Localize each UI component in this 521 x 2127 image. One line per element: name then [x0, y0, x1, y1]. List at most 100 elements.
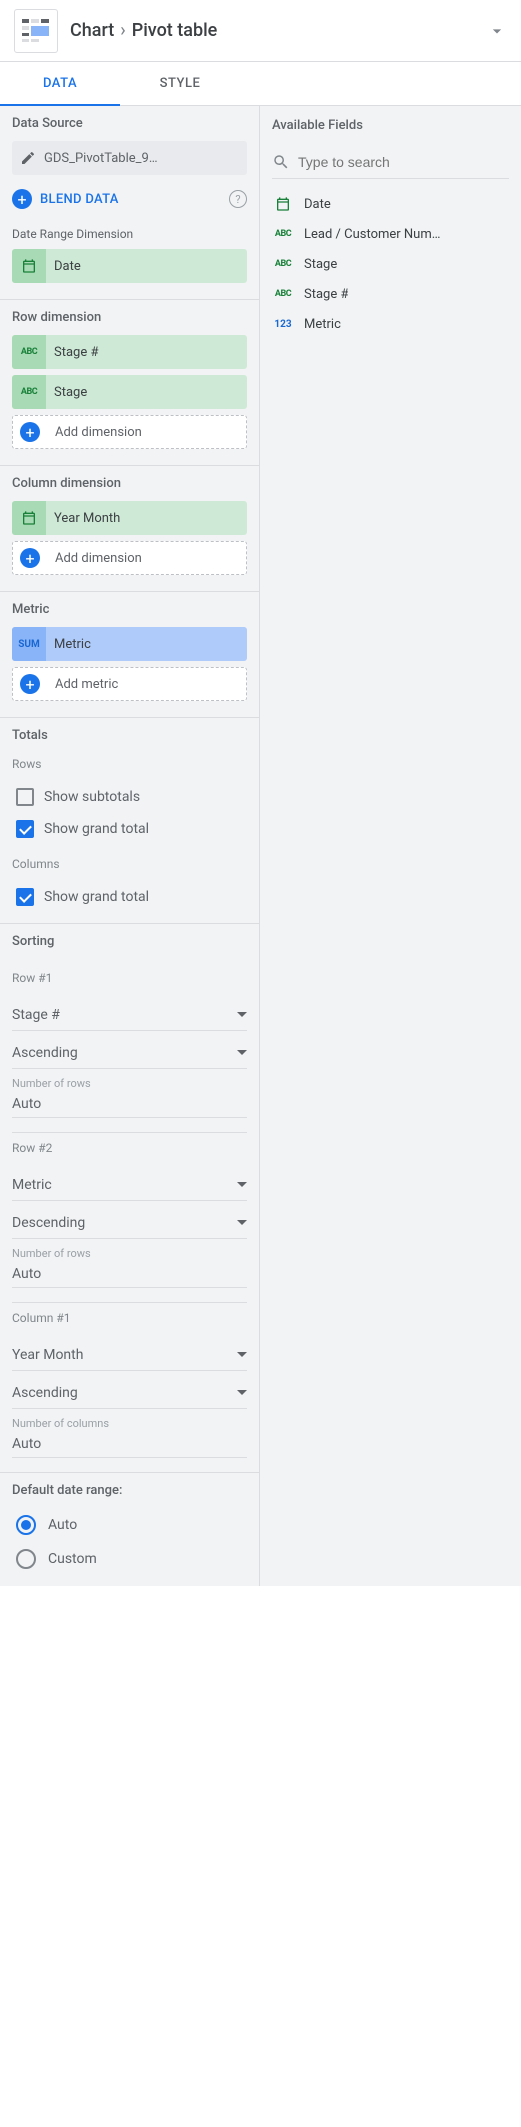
sum-icon: SUM [12, 627, 46, 661]
totals-rows-label: Rows [12, 757, 247, 771]
radio-icon [16, 1549, 36, 1569]
sort-row2-numrows-label: Number of rows [12, 1247, 247, 1260]
sort-row1-label: Row #1 [12, 971, 247, 985]
help-icon[interactable]: ? [229, 190, 247, 208]
date-range-auto-radio[interactable]: Auto [12, 1508, 247, 1542]
breadcrumb-separator: › [120, 20, 125, 41]
available-fields-title: Available Fields [272, 118, 509, 133]
calendar-icon [12, 249, 46, 283]
sort-row-2: Row #2 Metric Descending Number of rows … [12, 1133, 247, 1303]
row-dim-label-1: Stage [46, 385, 87, 400]
tab-style[interactable]: STYLE [140, 62, 220, 105]
dropdown-arrow-icon [237, 1218, 247, 1228]
metric-title: Metric [12, 602, 247, 617]
sort-col1-numcols-label: Number of columns [12, 1417, 247, 1430]
search-fields[interactable] [272, 145, 509, 179]
field-item[interactable]: ABC Stage [272, 249, 509, 279]
tab-data[interactable]: DATA [20, 62, 100, 105]
row-dimension-section: Row dimension ABC Stage # ABC Stage + Ad… [0, 300, 259, 466]
sort-col1-numcols-input[interactable]: Auto [12, 1430, 247, 1458]
abc-icon: ABC [272, 289, 294, 299]
default-date-title: Default date range: [12, 1483, 247, 1498]
sort-row1-dir-dropdown[interactable]: Ascending [12, 1037, 247, 1069]
show-grand-total-cols-checkbox[interactable]: Show grand total [12, 881, 247, 913]
sort-col-1: Column #1 Year Month Ascending Number of… [12, 1303, 247, 1462]
plus-icon: + [20, 548, 40, 568]
add-col-dimension-button[interactable]: + Add dimension [12, 541, 247, 575]
field-item[interactable]: 123Metric [272, 309, 509, 339]
row-dim-chip-0[interactable]: ABC Stage # [12, 335, 247, 369]
sort-row1-field-dropdown[interactable]: Stage # [12, 999, 247, 1031]
pivot-table-icon [14, 9, 58, 53]
breadcrumb-chart: Chart [70, 20, 114, 41]
field-item[interactable]: ABCLead / Customer Num… [272, 219, 509, 249]
default-date-range-section: Default date range: Auto Custom [0, 1473, 259, 1586]
search-input[interactable] [298, 154, 509, 170]
data-source-chip[interactable]: GDS_PivotTable_9… [12, 141, 247, 175]
metric-chip[interactable]: SUM Metric [12, 627, 247, 661]
row-dim-chip-1[interactable]: ABC Stage [12, 375, 247, 409]
checkbox-checked-icon [16, 888, 34, 906]
sort-col1-dir-dropdown[interactable]: Ascending [12, 1377, 247, 1409]
add-metric-label: Add metric [47, 677, 118, 692]
tab-bar: DATA STYLE [0, 62, 521, 106]
abc-icon: ABC [12, 335, 46, 369]
add-row-dimension-button[interactable]: + Add dimension [12, 415, 247, 449]
field-name: Metric [304, 317, 341, 332]
sorting-title: Sorting [12, 934, 247, 949]
sort-row2-dir-dropdown[interactable]: Descending [12, 1207, 247, 1239]
totals-section: Totals Rows Show subtotals Show grand to… [0, 718, 259, 924]
sort-row2-numrows-input[interactable]: Auto [12, 1260, 247, 1288]
field-item[interactable]: ABC Stage # [272, 279, 509, 309]
dropdown-arrow-icon [237, 1048, 247, 1058]
show-subtotals-checkbox[interactable]: Show subtotals [12, 781, 247, 813]
dropdown-arrow-icon [237, 1388, 247, 1398]
col-dim-chip[interactable]: Year Month [12, 501, 247, 535]
dropdown-arrow-icon [237, 1350, 247, 1360]
date-range-dim-title: Date Range Dimension [12, 227, 247, 241]
sort-row1-numrows-label: Number of rows [12, 1077, 247, 1090]
available-fields-panel: Available Fields Date ABCLead / Customer … [260, 106, 521, 1586]
search-icon [272, 153, 290, 171]
field-name: Stage [304, 257, 337, 272]
plus-icon: + [20, 422, 40, 442]
date-custom-label: Custom [48, 1551, 97, 1567]
sort-row-1: Row #1 Stage # Ascending Number of rows … [12, 963, 247, 1133]
col-dim-title: Column dimension [12, 476, 247, 491]
calendar-icon [12, 501, 46, 535]
row-dim-label-0: Stage # [46, 345, 98, 360]
field-name: Date [304, 197, 331, 212]
radio-selected-icon [16, 1515, 36, 1535]
sorting-section: Sorting Row #1 Stage # Ascending Number … [0, 924, 259, 1473]
show-grand-total-rows-checkbox[interactable]: Show grand total [12, 813, 247, 845]
date-range-dim-chip[interactable]: Date [12, 249, 247, 283]
show-grand-cols-label: Show grand total [44, 889, 149, 905]
abc-icon: ABC [12, 375, 46, 409]
show-grand-rows-label: Show grand total [44, 821, 149, 837]
date-range-custom-radio[interactable]: Custom [12, 1542, 247, 1576]
date-range-dim-label: Date [46, 259, 81, 274]
dropdown-arrow-icon [237, 1180, 247, 1190]
add-metric-button[interactable]: + Add metric [12, 667, 247, 701]
blend-data-label: BLEND DATA [40, 192, 119, 207]
blend-data-button[interactable]: + BLEND DATA ? [12, 183, 247, 215]
chevron-down-icon[interactable] [487, 21, 507, 41]
dropdown-arrow-icon [237, 1010, 247, 1020]
sort-col1-field-dropdown[interactable]: Year Month [12, 1339, 247, 1371]
field-item[interactable]: Date [272, 189, 509, 219]
breadcrumb-pivot: Pivot table [132, 20, 218, 41]
calendar-icon [272, 196, 294, 212]
plus-icon: + [12, 189, 32, 209]
row-dim-title: Row dimension [12, 310, 247, 325]
breadcrumb[interactable]: Chart › Pivot table [70, 20, 487, 41]
sort-col1-label: Column #1 [12, 1311, 247, 1325]
sort-row1-numrows-input[interactable]: Auto [12, 1090, 247, 1118]
abc-icon: ABC [272, 259, 294, 269]
abc-icon: ABC [272, 229, 294, 239]
data-source-name: GDS_PivotTable_9… [44, 151, 158, 166]
sort-row2-field-dropdown[interactable]: Metric [12, 1169, 247, 1201]
checkbox-checked-icon [16, 820, 34, 838]
date-auto-label: Auto [48, 1517, 77, 1533]
field-name: Stage # [304, 287, 348, 302]
add-col-dim-label: Add dimension [47, 551, 142, 566]
